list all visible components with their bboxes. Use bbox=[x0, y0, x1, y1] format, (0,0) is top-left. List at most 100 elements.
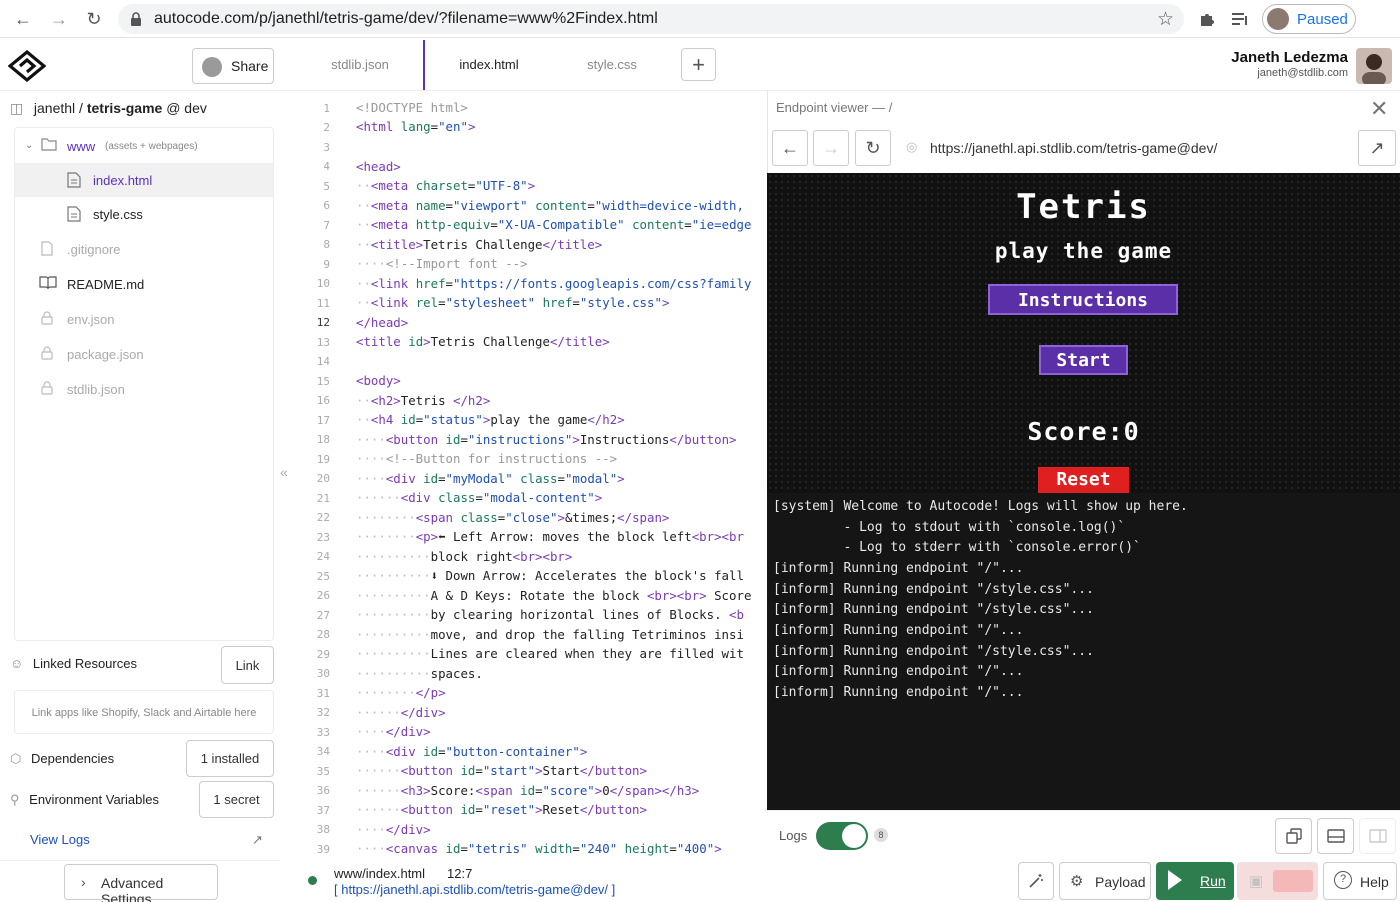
folder-icon bbox=[41, 137, 57, 153]
viewer-forward-button[interactable]: → bbox=[813, 130, 849, 166]
viewer-url[interactable]: https://janethl.api.stdlib.com/tetris-ga… bbox=[930, 140, 1217, 156]
save-button[interactable]: ▣ bbox=[1237, 862, 1318, 900]
status-position: 12:7 bbox=[447, 866, 473, 881]
lock-icon bbox=[41, 346, 57, 362]
reset-button[interactable]: Reset bbox=[1038, 467, 1129, 493]
viewer-reload-button[interactable]: ↻ bbox=[855, 130, 891, 166]
status-url[interactable]: [ https://janethl.api.stdlib.com/tetris-… bbox=[334, 882, 615, 897]
layout-horizontal-button[interactable] bbox=[1317, 818, 1354, 854]
line-number: 20 bbox=[316, 472, 330, 485]
user-avatar[interactable] bbox=[1356, 48, 1392, 84]
line-number: 13 bbox=[316, 336, 330, 349]
folder-www[interactable]: ⌄ www (assets + webpages) bbox=[15, 129, 273, 163]
address-bar[interactable]: autocode.com/p/janethl/tetris-game/dev/?… bbox=[118, 4, 1184, 34]
code-line: ······<div class="modal-content"> bbox=[356, 490, 603, 505]
line-number: 23 bbox=[316, 531, 330, 544]
log-line: [inform] Running endpoint "/"... bbox=[773, 664, 1024, 679]
play-icon bbox=[1168, 870, 1182, 890]
file-gitignore[interactable]: .gitignore bbox=[15, 232, 273, 266]
user-name: Janeth Ledezma bbox=[1231, 49, 1348, 66]
external-link-icon[interactable]: ↗ bbox=[252, 832, 263, 848]
viewer-back-button[interactable]: ← bbox=[772, 130, 808, 166]
magic-wand-button[interactable] bbox=[1018, 862, 1054, 900]
copy-logs-button[interactable] bbox=[1275, 818, 1312, 854]
layout-vertical-button[interactable] bbox=[1359, 818, 1396, 854]
payload-button[interactable]: ⚙ Payload bbox=[1059, 862, 1151, 900]
file-package-json[interactable]: package.json bbox=[15, 337, 273, 371]
wand-icon bbox=[1029, 874, 1043, 888]
code-line: ······<button id="reset">Reset</button> bbox=[356, 802, 647, 817]
code-line: ··<h2>Tetris </h2> bbox=[356, 393, 491, 408]
code-line: ······<h3>Score:<span id="score">0</span… bbox=[356, 783, 700, 798]
breadcrumb-owner[interactable]: janethl bbox=[34, 100, 75, 116]
tab-index-html[interactable]: index.html bbox=[423, 40, 553, 90]
start-button[interactable]: Start bbox=[1039, 345, 1128, 375]
forward-arrow-icon[interactable]: → bbox=[45, 5, 73, 33]
file-readme[interactable]: README.md bbox=[15, 267, 273, 301]
code-editor[interactable]: 1 2 3 4 5 6 7 8 9 10 11 12 13 14 15 16 1… bbox=[296, 93, 767, 861]
line-number: 9 bbox=[323, 258, 330, 271]
file-index-html[interactable]: index.html bbox=[15, 163, 273, 197]
line-number: 38 bbox=[316, 823, 330, 836]
code-line: ··<h4 id="status">play the game</h2> bbox=[356, 412, 625, 427]
dependencies-label: Dependencies bbox=[30, 751, 115, 766]
run-button[interactable]: Run bbox=[1156, 862, 1234, 900]
tab-stdlib-json[interactable]: stdlib.json bbox=[300, 40, 420, 90]
line-number: 5 bbox=[323, 180, 330, 193]
advanced-settings-button[interactable]: › Advanced Settings bbox=[64, 864, 218, 902]
media-queue-icon[interactable] bbox=[1230, 8, 1252, 30]
logs-count-badge: 8 bbox=[874, 828, 888, 842]
file-style-css[interactable]: style.css bbox=[15, 197, 273, 231]
copy-icon bbox=[1285, 828, 1302, 844]
line-number: 25 bbox=[316, 570, 330, 583]
view-logs-link[interactable]: View Logs bbox=[30, 832, 90, 847]
sidebar-divider bbox=[0, 860, 280, 861]
line-number: 37 bbox=[316, 804, 330, 817]
instructions-button[interactable]: Instructions bbox=[988, 284, 1178, 315]
code-line: ····<!--Button for instructions --> bbox=[356, 451, 618, 466]
payload-label: Payload bbox=[1095, 874, 1146, 890]
env-vars-button[interactable]: 1 secret bbox=[199, 781, 274, 818]
file-icon: ◫ bbox=[10, 100, 24, 116]
code-line: ········<span class="close">&times;</spa… bbox=[356, 510, 670, 525]
line-number: 18 bbox=[316, 433, 330, 446]
help-icon: ? bbox=[1334, 871, 1352, 889]
status-dot bbox=[308, 876, 317, 885]
chevron-down-icon[interactable]: ⌄ bbox=[25, 140, 41, 156]
line-number: 2 bbox=[323, 121, 330, 134]
profile-avatar bbox=[1267, 8, 1289, 30]
share-button[interactable]: Share bbox=[192, 48, 274, 84]
forward-arrow-icon: → bbox=[822, 137, 840, 158]
person-icon: ☺ bbox=[10, 656, 24, 671]
address-text[interactable]: autocode.com/p/janethl/tetris-game/dev/?… bbox=[154, 10, 658, 28]
logs-toggle[interactable] bbox=[816, 822, 868, 850]
file-label: index.html bbox=[93, 173, 153, 188]
open-external-button[interactable]: ↗ bbox=[1358, 130, 1396, 166]
tab-style-css[interactable]: style.css bbox=[553, 40, 671, 90]
close-icon[interactable]: ✕ bbox=[1370, 96, 1388, 122]
file-env-json[interactable]: env.json bbox=[15, 302, 273, 336]
dependencies-button[interactable]: 1 installed bbox=[186, 740, 274, 777]
user-email: janeth@stdlib.com bbox=[1257, 67, 1348, 79]
split-vertical-icon bbox=[1368, 829, 1387, 843]
profile-button[interactable]: Paused bbox=[1262, 4, 1356, 34]
file-stdlib-json[interactable]: stdlib.json bbox=[15, 372, 273, 406]
file-label: stdlib.json bbox=[67, 382, 125, 397]
add-tab-button[interactable]: + bbox=[681, 48, 716, 81]
line-number: 15 bbox=[316, 375, 330, 388]
bookmark-star-icon[interactable]: ☆ bbox=[1157, 8, 1174, 31]
link-button[interactable]: Link bbox=[221, 646, 274, 684]
code-line: <title id>Tetris Challenge</title> bbox=[356, 334, 610, 349]
code-line: ··<meta http-equiv="X-UA-Compatible" con… bbox=[356, 217, 752, 232]
line-number: 32 bbox=[316, 706, 330, 719]
extensions-puzzle-icon[interactable] bbox=[1196, 8, 1218, 30]
globe-icon: ◎ bbox=[906, 139, 918, 154]
back-arrow-icon[interactable]: ← bbox=[9, 5, 37, 33]
lock-icon bbox=[41, 311, 57, 327]
collapse-sidebar-icon[interactable]: « bbox=[280, 464, 288, 480]
breadcrumb-project[interactable]: tetris-game bbox=[87, 100, 162, 116]
file-icon bbox=[41, 241, 57, 257]
autocode-logo[interactable] bbox=[8, 50, 46, 82]
help-button[interactable]: ? Help bbox=[1323, 862, 1397, 900]
reload-icon[interactable]: ↻ bbox=[80, 5, 108, 33]
